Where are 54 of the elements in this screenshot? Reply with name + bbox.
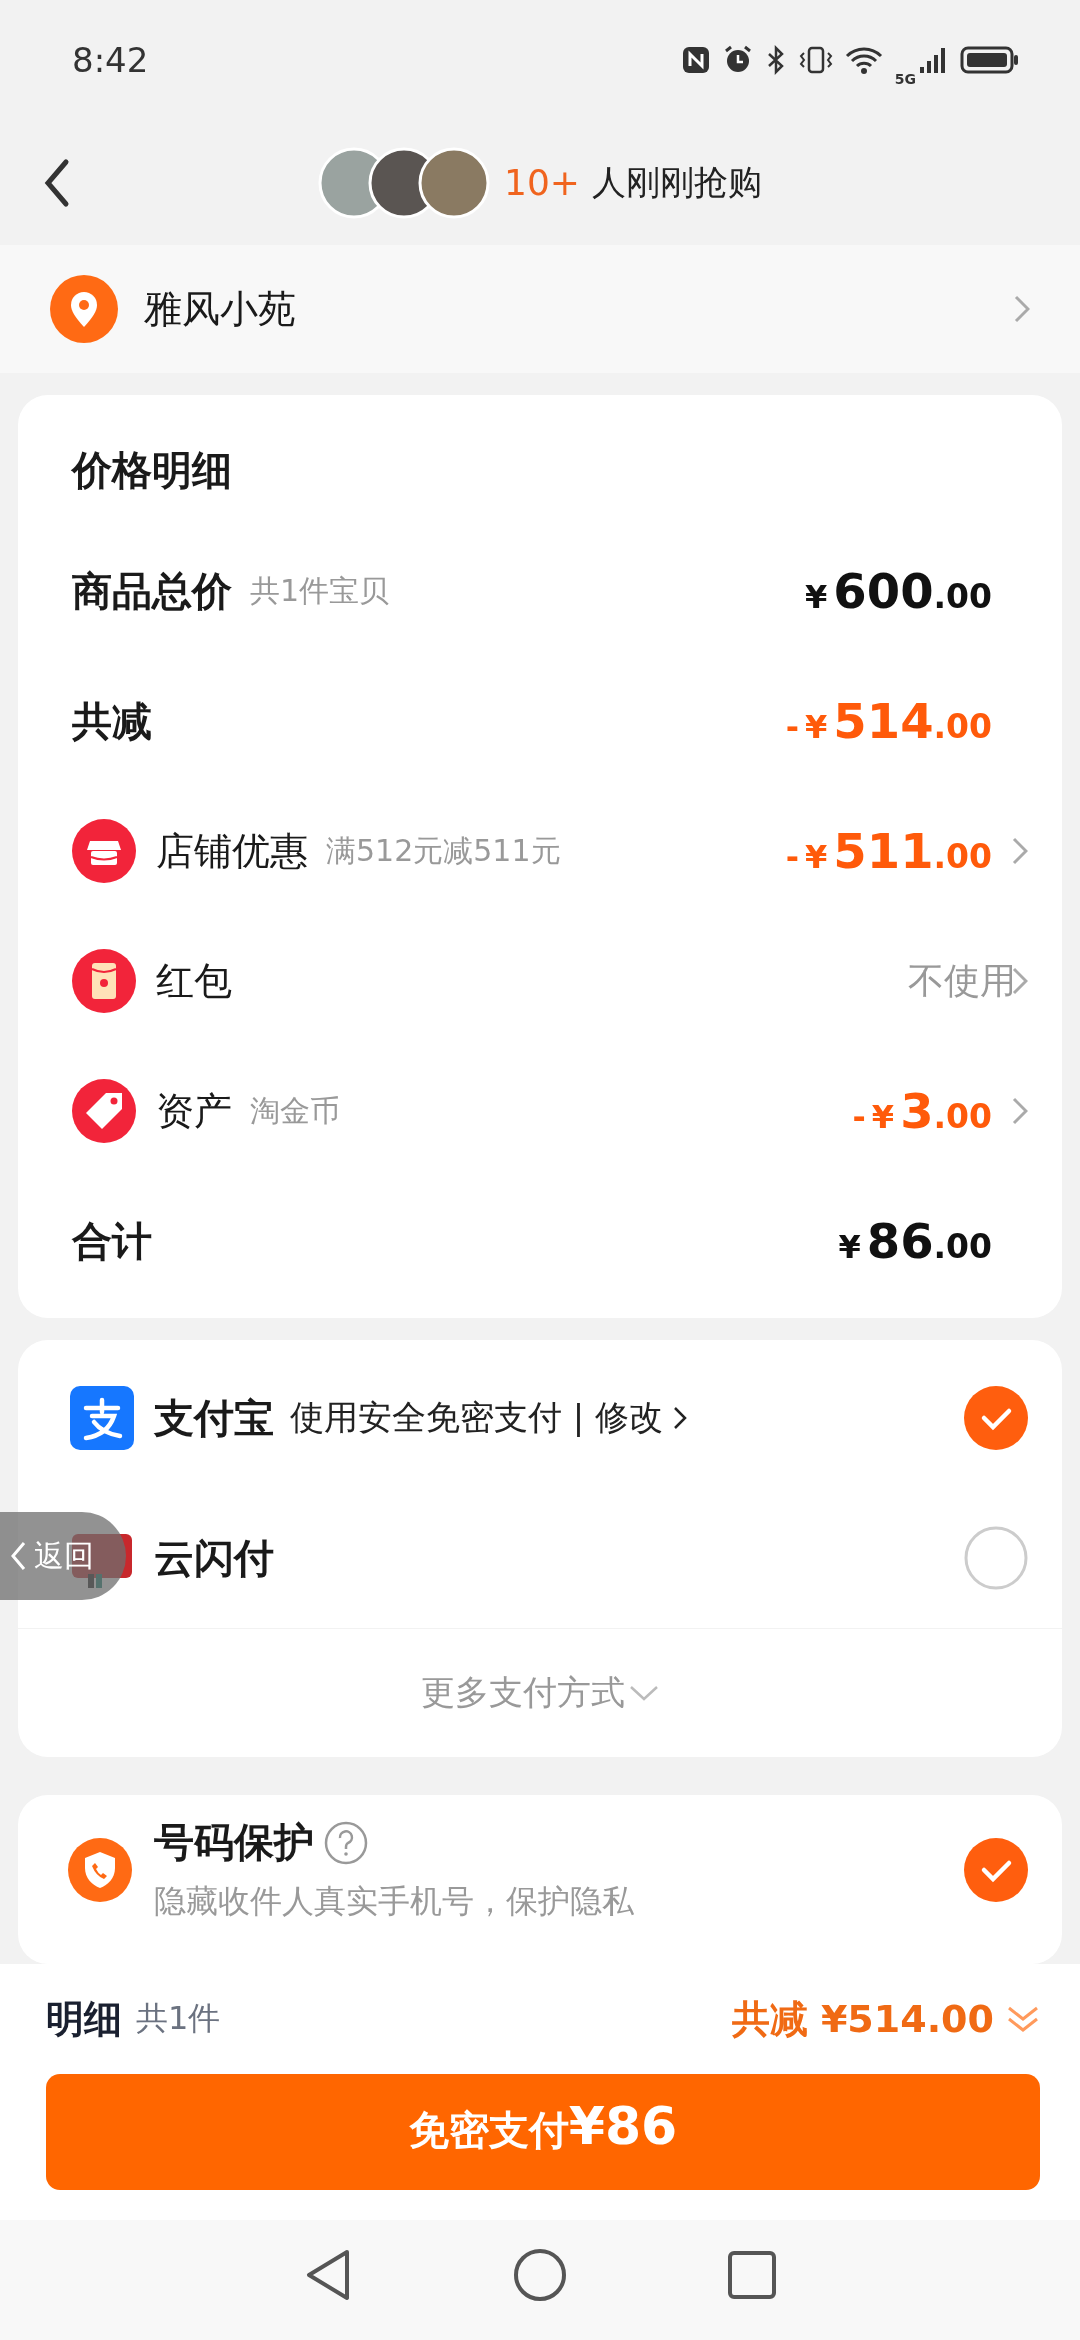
item-count: 共1件 <box>136 1998 221 2039</box>
radio-icon[interactable] <box>964 1526 1028 1590</box>
wifi-icon <box>844 45 883 75</box>
total-discount: 共减 ¥514.00 <box>731 1995 994 2043</box>
price-note: 满512元减511元 <box>326 831 561 870</box>
chevron-down-icon <box>629 1684 659 1702</box>
phone-protection-title: 号码保护 <box>154 1818 314 1867</box>
buyers-text: 人刚刚抢购 <box>592 160 762 204</box>
price-amount: - ¥3.00 <box>852 1083 992 1139</box>
chevron-right-icon <box>1014 295 1030 323</box>
price-label: 红包 <box>156 957 232 1005</box>
vibrate-icon <box>798 45 833 75</box>
price-amount: ¥600.00 <box>805 563 992 619</box>
price-amount: - ¥514.00 <box>785 693 992 749</box>
nfc-icon <box>680 45 711 75</box>
price-value: 不使用 <box>908 958 1016 1003</box>
status-time: 8:42 <box>72 40 149 80</box>
price-note: 共1件宝贝 <box>250 571 390 610</box>
help-icon[interactable] <box>324 1820 368 1865</box>
shop-icon <box>72 819 136 883</box>
signal-icon <box>918 45 948 75</box>
tag-icon <box>72 1079 136 1143</box>
price-label: 资产 <box>156 1087 232 1135</box>
phone-protection-description: 隐藏收件人真实手机号，保护隐私 <box>154 1881 634 1922</box>
price-amount: ¥86.00 <box>838 1213 992 1269</box>
checked-radio-icon[interactable] <box>964 1386 1028 1450</box>
chevron-right-icon <box>673 1406 688 1430</box>
address-row[interactable]: 雅风小苑 <box>0 245 1080 373</box>
chevron-left-icon <box>10 1541 26 1571</box>
alarm-icon <box>722 45 753 75</box>
payment-option[interactable]: 支付宝 使用安全免密支付 | 修改 <box>18 1348 1062 1488</box>
price-label: 共减 <box>72 696 152 746</box>
buyers-count: 10+ <box>504 162 580 203</box>
battery-icon <box>960 45 1020 75</box>
recents-nav-icon[interactable] <box>727 2250 777 2300</box>
price-amount: - ¥511.00 <box>785 823 992 879</box>
envelope-icon <box>72 949 136 1013</box>
details-label[interactable]: 明细 <box>46 1993 122 2045</box>
chevron-right-icon[interactable] <box>1012 967 1028 995</box>
price-title: 价格明细 <box>70 446 233 495</box>
price-note: 淘金币 <box>250 1091 340 1130</box>
phone-shield-icon <box>68 1837 132 1902</box>
back-gesture-toast[interactable]: 返回 <box>0 1512 126 1600</box>
price-label: 店铺优惠 <box>156 827 308 875</box>
chevron-right-icon[interactable] <box>1012 1097 1028 1125</box>
location-pin-icon <box>50 275 118 343</box>
price-label: 合计 <box>72 1216 152 1266</box>
checked-radio-icon[interactable] <box>964 1837 1028 1902</box>
payment-logo-icon <box>70 1386 134 1450</box>
home-nav-icon[interactable] <box>513 2248 567 2302</box>
chevron-right-icon[interactable] <box>1012 837 1028 865</box>
network-label: 5G <box>894 71 916 87</box>
double-chevron-down-icon[interactable] <box>1006 2004 1040 2034</box>
price-label: 商品总价 <box>72 566 232 616</box>
